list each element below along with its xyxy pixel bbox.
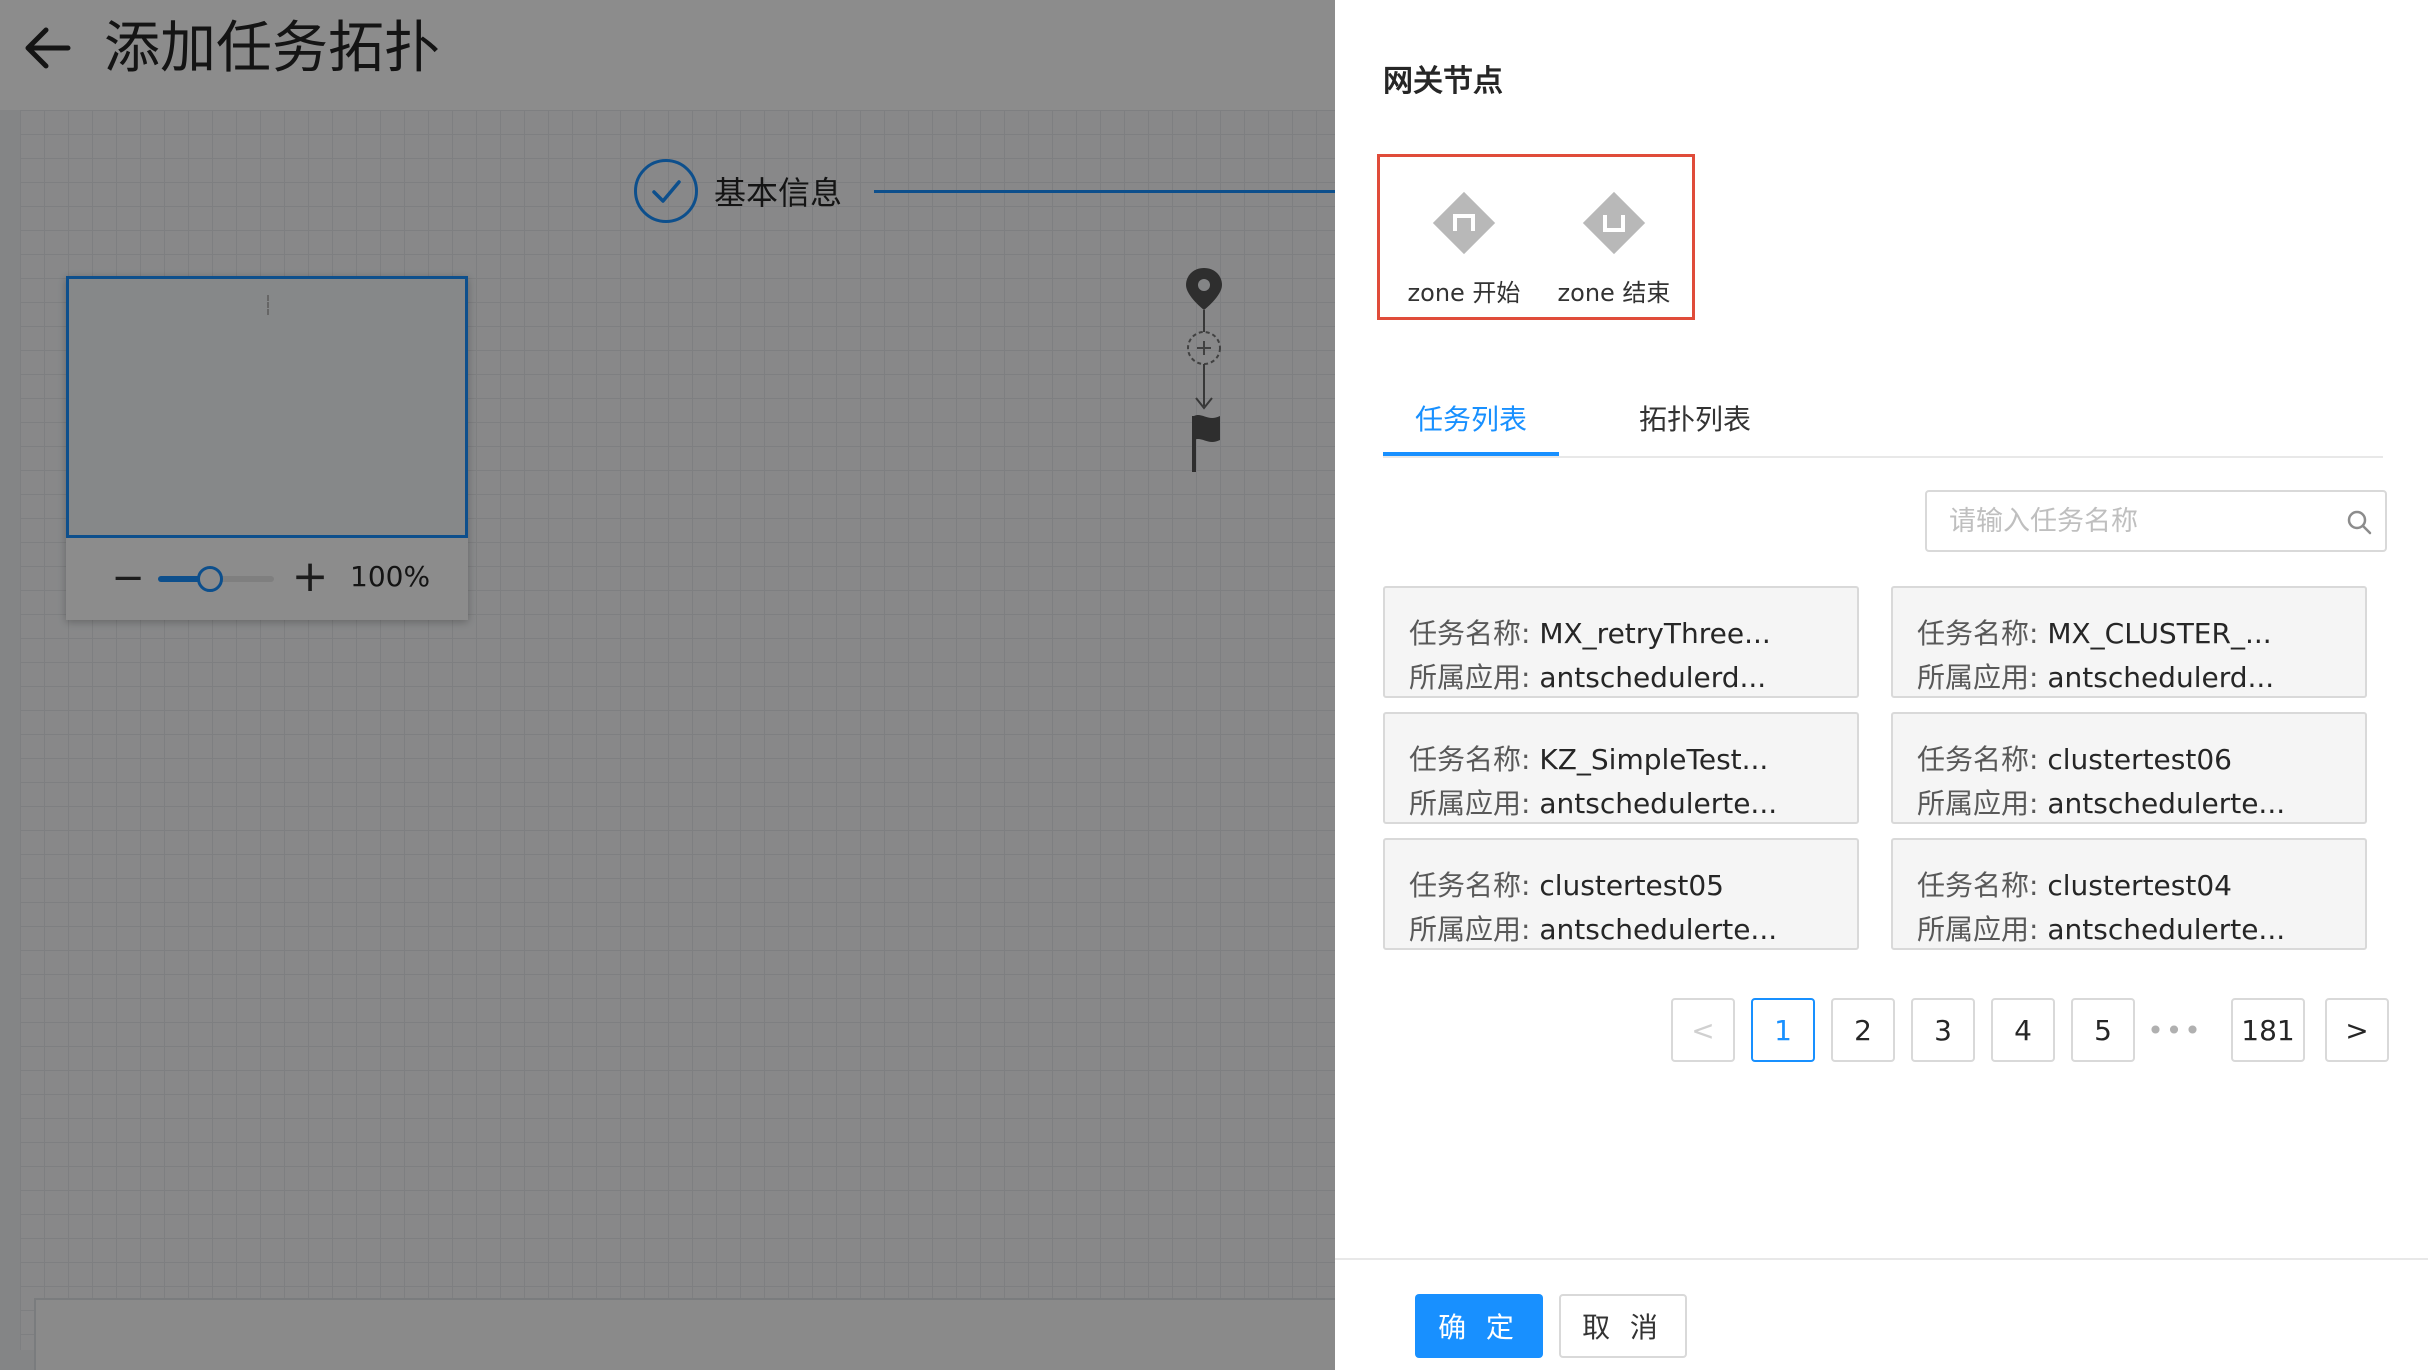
task-search-box [1925,490,2387,552]
task-app-row: 所属应用: antschedulerte... [1917,782,2285,822]
task-name-key: 任务名称: [1409,743,1531,776]
task-app: antschedulerte... [2047,787,2286,820]
task-search-input[interactable] [1949,492,2329,550]
task-name-row: 任务名称: clustertest06 [1917,738,2232,778]
pagination-next-button[interactable]: > [2325,998,2389,1062]
task-card[interactable]: 任务名称: clustertest06 所属应用: antschedulerte… [1891,712,2367,824]
topology-editor: 添加任务拓扑 基本信息 − + 100% [0,0,1335,1370]
pagination-page-3[interactable]: 3 [1911,998,1975,1062]
pagination-page-2[interactable]: 2 [1831,998,1895,1062]
minimap-marker [267,295,269,315]
cancel-button[interactable]: 取 消 [1559,1294,1687,1358]
page-title: 添加任务拓扑 [104,16,440,81]
task-name-row: 任务名称: clustertest05 [1409,864,1724,904]
pagination-last-page[interactable]: 181 [2231,998,2305,1062]
task-app-row: 所属应用: antschedulerte... [1917,908,2285,948]
minimap-viewport[interactable] [66,276,468,538]
drawer-footer: 确 定 取 消 [1335,1258,2428,1370]
zone-end-icon [1582,191,1646,255]
task-name-key: 任务名称: [1917,869,2039,902]
pagination-ellipsis[interactable]: ••• [2143,998,2207,1062]
step-connector [874,190,1335,193]
task-name: clustertest04 [2047,869,2232,902]
task-app-row: 所属应用: antschedulerd... [1917,656,2274,696]
task-name-key: 任务名称: [1917,617,2039,650]
gateway-node-zone-end[interactable]: zone 结束 [1544,183,1684,313]
task-app-key: 所属应用: [1917,787,2039,820]
task-name: clustertest06 [2047,743,2232,776]
task-app-key: 所属应用: [1917,913,2039,946]
task-name-key: 任务名称: [1409,869,1531,902]
back-button[interactable] [22,20,74,76]
task-card[interactable]: 任务名称: clustertest05 所属应用: antschedulerte… [1383,838,1859,950]
gateway-node-group: zone 开始 zone 结束 [1377,154,1695,320]
task-name: MX_retryThree... [1539,617,1771,650]
task-card[interactable]: 任务名称: KZ_SimpleTest... 所属应用: antschedule… [1383,712,1859,824]
arrow-left-icon [25,27,71,69]
zone-start-icon [1432,191,1496,255]
gateway-drawer: 网关节点 zone 开始 zone 结束 任务列表 拓扑列表 请输入任务名称 任… [1335,0,2428,1370]
task-app: antschedulerd... [1539,661,1767,694]
task-app-key: 所属应用: [1409,787,1531,820]
task-name-key: 任务名称: [1409,617,1531,650]
zoom-slider-handle[interactable] [197,566,223,592]
step-label: 基本信息 [714,174,843,212]
task-name-row: 任务名称: MX_CLUSTER_... [1917,612,2272,652]
task-app-key: 所属应用: [1409,913,1531,946]
list-tabs: 任务列表 拓扑列表 [1383,388,2383,458]
minimap: − + 100% [66,276,468,620]
pagination-page-1[interactable]: 1 [1751,998,1815,1062]
task-app: antschedulerte... [1539,913,1778,946]
gateway-node-label: zone 结束 [1557,279,1671,307]
pagination-page-5[interactable]: 5 [2071,998,2135,1062]
task-app: antschedulerte... [2047,913,2286,946]
task-name: MX_CLUSTER_... [2047,617,2272,650]
task-app: antschedulerte... [1539,787,1778,820]
task-name-row: 任务名称: KZ_SimpleTest... [1409,738,1768,778]
task-name: KZ_SimpleTest... [1539,743,1769,776]
step-check-icon [634,159,698,223]
task-app-key: 所属应用: [1409,661,1531,694]
pagination-prev-button[interactable]: < [1671,998,1735,1062]
task-app-key: 所属应用: [1917,661,2039,694]
task-card[interactable]: 任务名称: MX_retryThree... 所属应用: antschedule… [1383,586,1859,698]
confirm-button[interactable]: 确 定 [1415,1294,1543,1358]
task-app-row: 所属应用: antschedulerte... [1409,908,1777,948]
start-pin-icon[interactable] [1186,268,1222,310]
zoom-in-button[interactable]: + [288,551,332,602]
task-card[interactable]: 任务名称: MX_CLUSTER_... 所属应用: antschedulerd… [1891,586,2367,698]
task-name: clustertest05 [1539,869,1724,902]
page-header: 添加任务拓扑 [0,0,1335,110]
task-app-row: 所属应用: antschedulerte... [1409,782,1777,822]
pagination-page-4[interactable]: 4 [1991,998,2055,1062]
canvas-bottom-panel [34,1298,1335,1370]
steps-bar: 基本信息 [634,158,842,224]
tab-task-list[interactable]: 任务列表 [1415,398,1527,438]
tab-topology-list[interactable]: 拓扑列表 [1639,398,1751,438]
zoom-out-button[interactable]: − [106,555,150,601]
task-name-key: 任务名称: [1917,743,2039,776]
add-node-icon[interactable] [1187,331,1221,365]
gateway-node-zone-start[interactable]: zone 开始 [1394,183,1534,313]
zoom-bar: − + 100% [66,538,468,620]
task-app: antschedulerd... [2047,661,2275,694]
task-card[interactable]: 任务名称: clustertest04 所属应用: antschedulerte… [1891,838,2367,950]
gateway-node-label: zone 开始 [1407,279,1521,307]
end-flag-icon[interactable] [1192,415,1220,472]
zoom-value: 100% [350,560,431,593]
active-tab-indicator [1383,452,1559,456]
drawer-title: 网关节点 [1383,64,1503,99]
task-name-row: 任务名称: MX_retryThree... [1409,612,1771,652]
task-app-row: 所属应用: antschedulerd... [1409,656,1766,696]
flow-diagram [1186,268,1222,472]
search-icon[interactable] [2345,508,2373,536]
task-name-row: 任务名称: clustertest04 [1917,864,2232,904]
